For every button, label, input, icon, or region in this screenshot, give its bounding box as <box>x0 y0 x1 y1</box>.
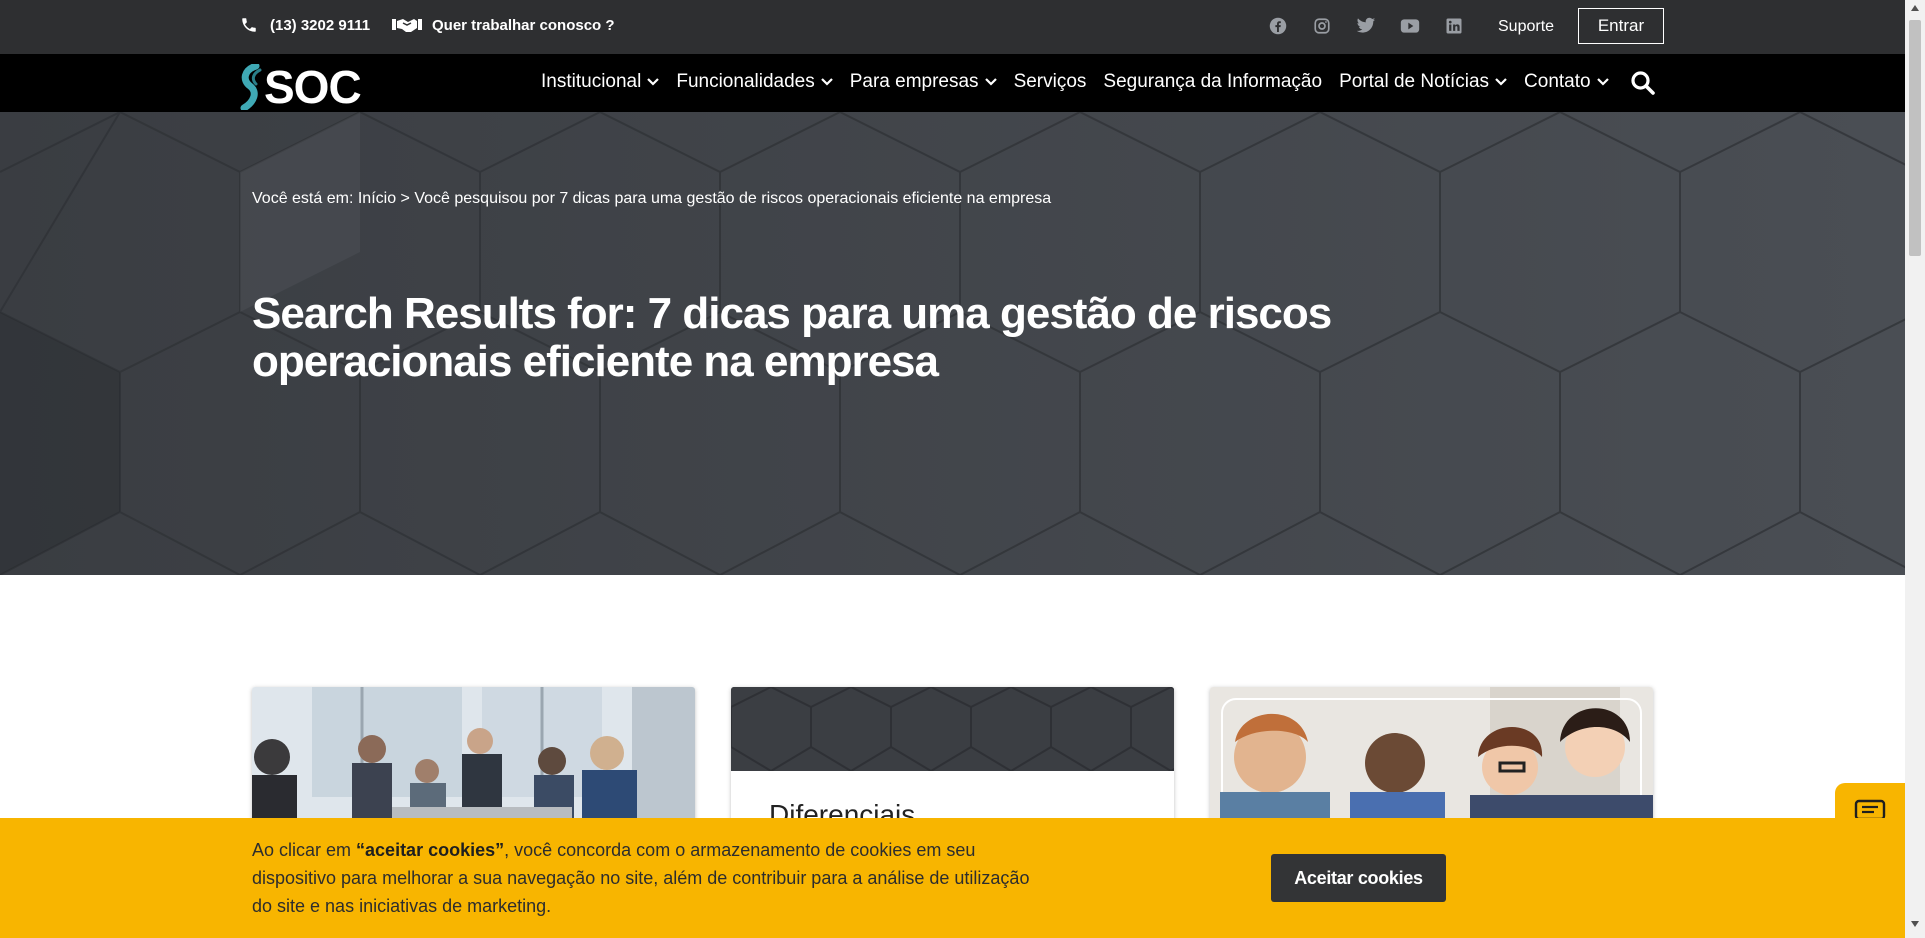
breadcrumb: Você está em: Início > Você pesquisou po… <box>252 190 1051 208</box>
nav-item-label: Contato <box>1524 71 1591 92</box>
main-nav: SOC Institucional Funcionalidades Para e… <box>0 54 1905 114</box>
top-bar: (13) 3202 9111 Quer trabalhar conosco ? <box>0 0 1905 54</box>
chevron-down-icon <box>1495 78 1507 86</box>
phone-link[interactable]: (13) 3202 9111 <box>240 16 370 34</box>
facebook-icon[interactable] <box>1268 16 1288 36</box>
hero-banner: Você está em: Início > Você pesquisou po… <box>0 112 1905 575</box>
social-links <box>1268 16 1464 36</box>
phone-number: (13) 3202 9111 <box>270 16 371 34</box>
logo-text: SOC <box>264 61 362 113</box>
page-title: Search Results for: 7 dicas para uma ges… <box>252 289 1332 386</box>
scrollbar-thumb[interactable] <box>1909 20 1921 256</box>
nav-item-para-empresas[interactable]: Para empresas <box>850 71 997 93</box>
cookie-text-bold: “aceitar cookies” <box>356 840 505 860</box>
meeting-photo <box>252 687 695 827</box>
twitter-icon[interactable] <box>1356 16 1376 36</box>
linkedin-icon[interactable] <box>1444 16 1464 36</box>
accept-cookies-button[interactable]: Aceitar cookies <box>1271 854 1446 902</box>
youtube-icon[interactable] <box>1400 16 1420 36</box>
soc-logo[interactable]: SOC <box>238 60 362 114</box>
handshake-icon <box>392 19 422 32</box>
phone-icon <box>242 18 256 32</box>
breadcrumb-prefix: Você está em: <box>252 190 354 207</box>
instagram-icon[interactable] <box>1312 16 1332 36</box>
page: (13) 3202 9111 Quer trabalhar conosco ? <box>0 0 1905 938</box>
support-link[interactable]: Suporte <box>1498 18 1554 36</box>
cookie-text-before: Ao clicar em <box>252 840 357 860</box>
nav-item-seguranca[interactable]: Segurança da Informação <box>1103 71 1322 93</box>
team-photo <box>1210 687 1653 840</box>
card-header-image <box>731 687 1174 773</box>
login-button[interactable]: Entrar <box>1578 8 1664 44</box>
chevron-down-icon <box>647 78 660 86</box>
breadcrumb-home-link[interactable]: Início <box>358 190 396 207</box>
nav-item-funcionalidades[interactable]: Funcionalidades <box>676 71 833 93</box>
chevron-down-icon <box>984 78 997 86</box>
breadcrumb-separator: > <box>400 190 410 207</box>
search-icon[interactable] <box>1630 70 1656 101</box>
nav-item-contato[interactable]: Contato <box>1524 71 1609 93</box>
page-scrollbar[interactable] <box>1905 0 1925 938</box>
scroll-down-arrow-icon[interactable] <box>1905 920 1925 934</box>
cookie-message: Ao clicar em “aceitar cookies”, você con… <box>252 836 1032 920</box>
nav-item-label: Funcionalidades <box>676 71 815 92</box>
chevron-down-icon <box>820 78 833 86</box>
nav-item-label: Institucional <box>541 71 642 92</box>
nav-item-servicos[interactable]: Serviços <box>1014 71 1087 93</box>
logo-mark-icon <box>240 64 262 110</box>
nav-item-label: Segurança da Informação <box>1103 71 1323 92</box>
nav-item-label: Portal de Notícias <box>1339 71 1490 92</box>
chevron-down-icon <box>1596 78 1609 86</box>
cookie-banner: Ao clicar em “aceitar cookies”, você con… <box>0 818 1905 938</box>
work-with-us-link[interactable]: Quer trabalhar conosco ? <box>392 16 615 34</box>
work-with-us-label: Quer trabalhar conosco ? <box>432 16 615 34</box>
scroll-up-arrow-icon[interactable] <box>1905 4 1925 18</box>
breadcrumb-current: Você pesquisou por 7 dicas para uma gest… <box>414 190 1052 207</box>
nav-item-portal-noticias[interactable]: Portal de Notícias <box>1339 71 1507 93</box>
nav-item-label: Serviços <box>1013 71 1087 92</box>
nav-item-label: Para empresas <box>849 71 979 92</box>
nav-item-institucional[interactable]: Institucional <box>541 71 660 93</box>
nav-menu: Institucional Funcionalidades Para empre… <box>541 71 1626 93</box>
